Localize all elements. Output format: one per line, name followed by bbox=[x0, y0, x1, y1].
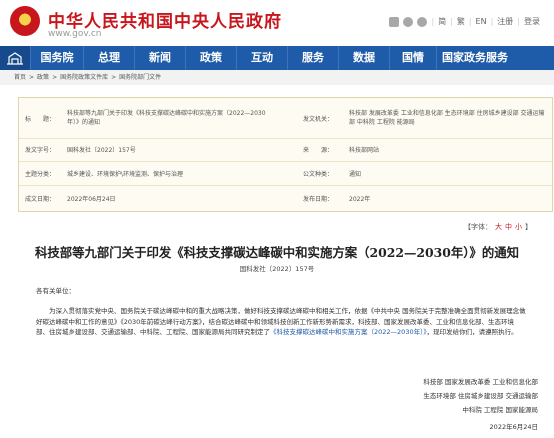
article-doc-number: 国科发社〔2022〕157号 bbox=[239, 265, 315, 273]
wechat-icon[interactable] bbox=[417, 16, 428, 27]
register-link[interactable]: 注册 bbox=[497, 16, 513, 27]
meta-source-value: 科技部网站 bbox=[349, 147, 380, 154]
top-tools: | 简 | 繁 | EN | 注册 | 登录 bbox=[389, 16, 540, 27]
nav-item-service[interactable]: 服务 bbox=[287, 46, 338, 70]
document-meta-table: 标 题： 科技部等九部门关于印发《科技支撑碳达峰碳中和实施方案（2022—203… bbox=[18, 97, 553, 212]
signature-line: 生态环境部 住房城乡建设部 交通运输部 bbox=[423, 392, 538, 400]
login-link[interactable]: 登录 bbox=[524, 16, 540, 27]
weibo-icon[interactable] bbox=[403, 16, 414, 27]
signature-line: 科技部 国家发展改革委 工业和信息化部 bbox=[423, 378, 538, 386]
font-size-small[interactable]: 小 bbox=[515, 222, 522, 232]
breadcrumb-policy[interactable]: 政策 bbox=[37, 70, 49, 85]
simplified-chinese-link[interactable]: 简 bbox=[438, 16, 446, 27]
body-text-end: ，现印发给你们，请遵照执行。 bbox=[426, 328, 518, 336]
meta-published-date-label: 发布日期： bbox=[303, 196, 334, 203]
meta-type-value: 通知 bbox=[349, 171, 362, 178]
nav-item-gov-service-platform[interactable]: 国家政务服务平台 bbox=[436, 46, 513, 88]
signature-line: 中科院 工程院 国家能源局 bbox=[462, 406, 538, 414]
font-size-switcher: 【字体： 大 中 小 】 bbox=[464, 222, 532, 232]
font-size-medium[interactable]: 中 bbox=[505, 222, 512, 232]
nav-item-interaction[interactable]: 互动 bbox=[236, 46, 287, 70]
breadcrumb-separator: > bbox=[111, 74, 117, 81]
meta-type-label: 公文种类： bbox=[303, 171, 334, 178]
meta-issuer-value: 科技部 发展改革委 工业和信息化部 生态环境部 住房城乡建设部 交通运输部 中科… bbox=[349, 110, 545, 126]
implementation-plan-link[interactable]: 《科技支撑碳达峰碳中和实施方案（2022—2030年）》 bbox=[270, 328, 427, 336]
traditional-chinese-link[interactable]: 繁 bbox=[457, 16, 465, 27]
national-emblem-icon bbox=[10, 6, 40, 36]
main-nav: 国务院 总理 新闻 政策 互动 服务 数据 国情 国家政务服务平台 bbox=[0, 46, 554, 88]
meta-docno-value: 国科发社〔2022〕157号 bbox=[67, 147, 136, 154]
meta-topic-value: 城乡建设、环境保护\环境监测、保护与治理 bbox=[67, 171, 184, 178]
nav-item-state-council[interactable]: 国务院 bbox=[30, 46, 83, 70]
meta-title-label: 标 题： bbox=[25, 116, 56, 123]
breadcrumb-policy-library[interactable]: 国务院政策文件库 bbox=[60, 70, 108, 85]
article-body-paragraph: 为深入贯彻落实党中央、国务院关于碳达峰碳中和的重大战略决策，做好科技支撑碳达峰碳… bbox=[36, 306, 526, 338]
article-salutation: 各有关单位： bbox=[36, 287, 75, 295]
font-size-end: 】 bbox=[525, 223, 532, 231]
mail-icon[interactable] bbox=[389, 16, 400, 27]
meta-published-date-value: 2022年 bbox=[349, 196, 371, 203]
font-size-label: 【字体： bbox=[464, 223, 492, 231]
meta-docno-label: 发文字号： bbox=[25, 147, 56, 154]
nav-item-policy[interactable]: 政策 bbox=[185, 46, 236, 70]
meta-written-date-value: 2022年06月24日 bbox=[67, 196, 116, 203]
english-link[interactable]: EN bbox=[476, 17, 487, 26]
site-header: 中华人民共和国中央人民政府 www.gov.cn | 简 | 繁 | EN | … bbox=[0, 0, 554, 46]
font-size-large[interactable]: 大 bbox=[495, 222, 502, 232]
nav-item-national-conditions[interactable]: 国情 bbox=[389, 46, 436, 70]
meta-source-label: 来 源： bbox=[303, 147, 334, 154]
nav-item-data[interactable]: 数据 bbox=[338, 46, 389, 70]
meta-written-date-label: 成文日期： bbox=[25, 196, 56, 203]
signature-date: 2022年6月24日 bbox=[489, 423, 538, 431]
breadcrumb-department-documents[interactable]: 国务院部门文件 bbox=[119, 70, 161, 85]
breadcrumb: 首页 > 政策 > 国务院政策文件库 > 国务院部门文件 bbox=[0, 70, 554, 85]
meta-issuer-label: 发文机关： bbox=[303, 116, 334, 123]
breadcrumb-separator: > bbox=[29, 74, 35, 81]
article-title: 科技部等九部门关于印发《科技支撑碳达峰碳中和实施方案（2022—2030年）》的… bbox=[34, 245, 520, 260]
breadcrumb-separator: > bbox=[52, 74, 58, 81]
site-url: www.gov.cn bbox=[48, 29, 102, 39]
nav-item-news[interactable]: 新闻 bbox=[134, 46, 185, 70]
nav-item-premier[interactable]: 总理 bbox=[83, 46, 134, 70]
meta-title-value: 科技部等九部门关于印发《科技支撑碳达峰碳中和实施方案（2022—2030年）》的… bbox=[67, 110, 266, 126]
home-icon[interactable] bbox=[0, 46, 30, 70]
breadcrumb-home[interactable]: 首页 bbox=[14, 70, 26, 85]
meta-topic-label: 主题分类： bbox=[25, 171, 56, 178]
